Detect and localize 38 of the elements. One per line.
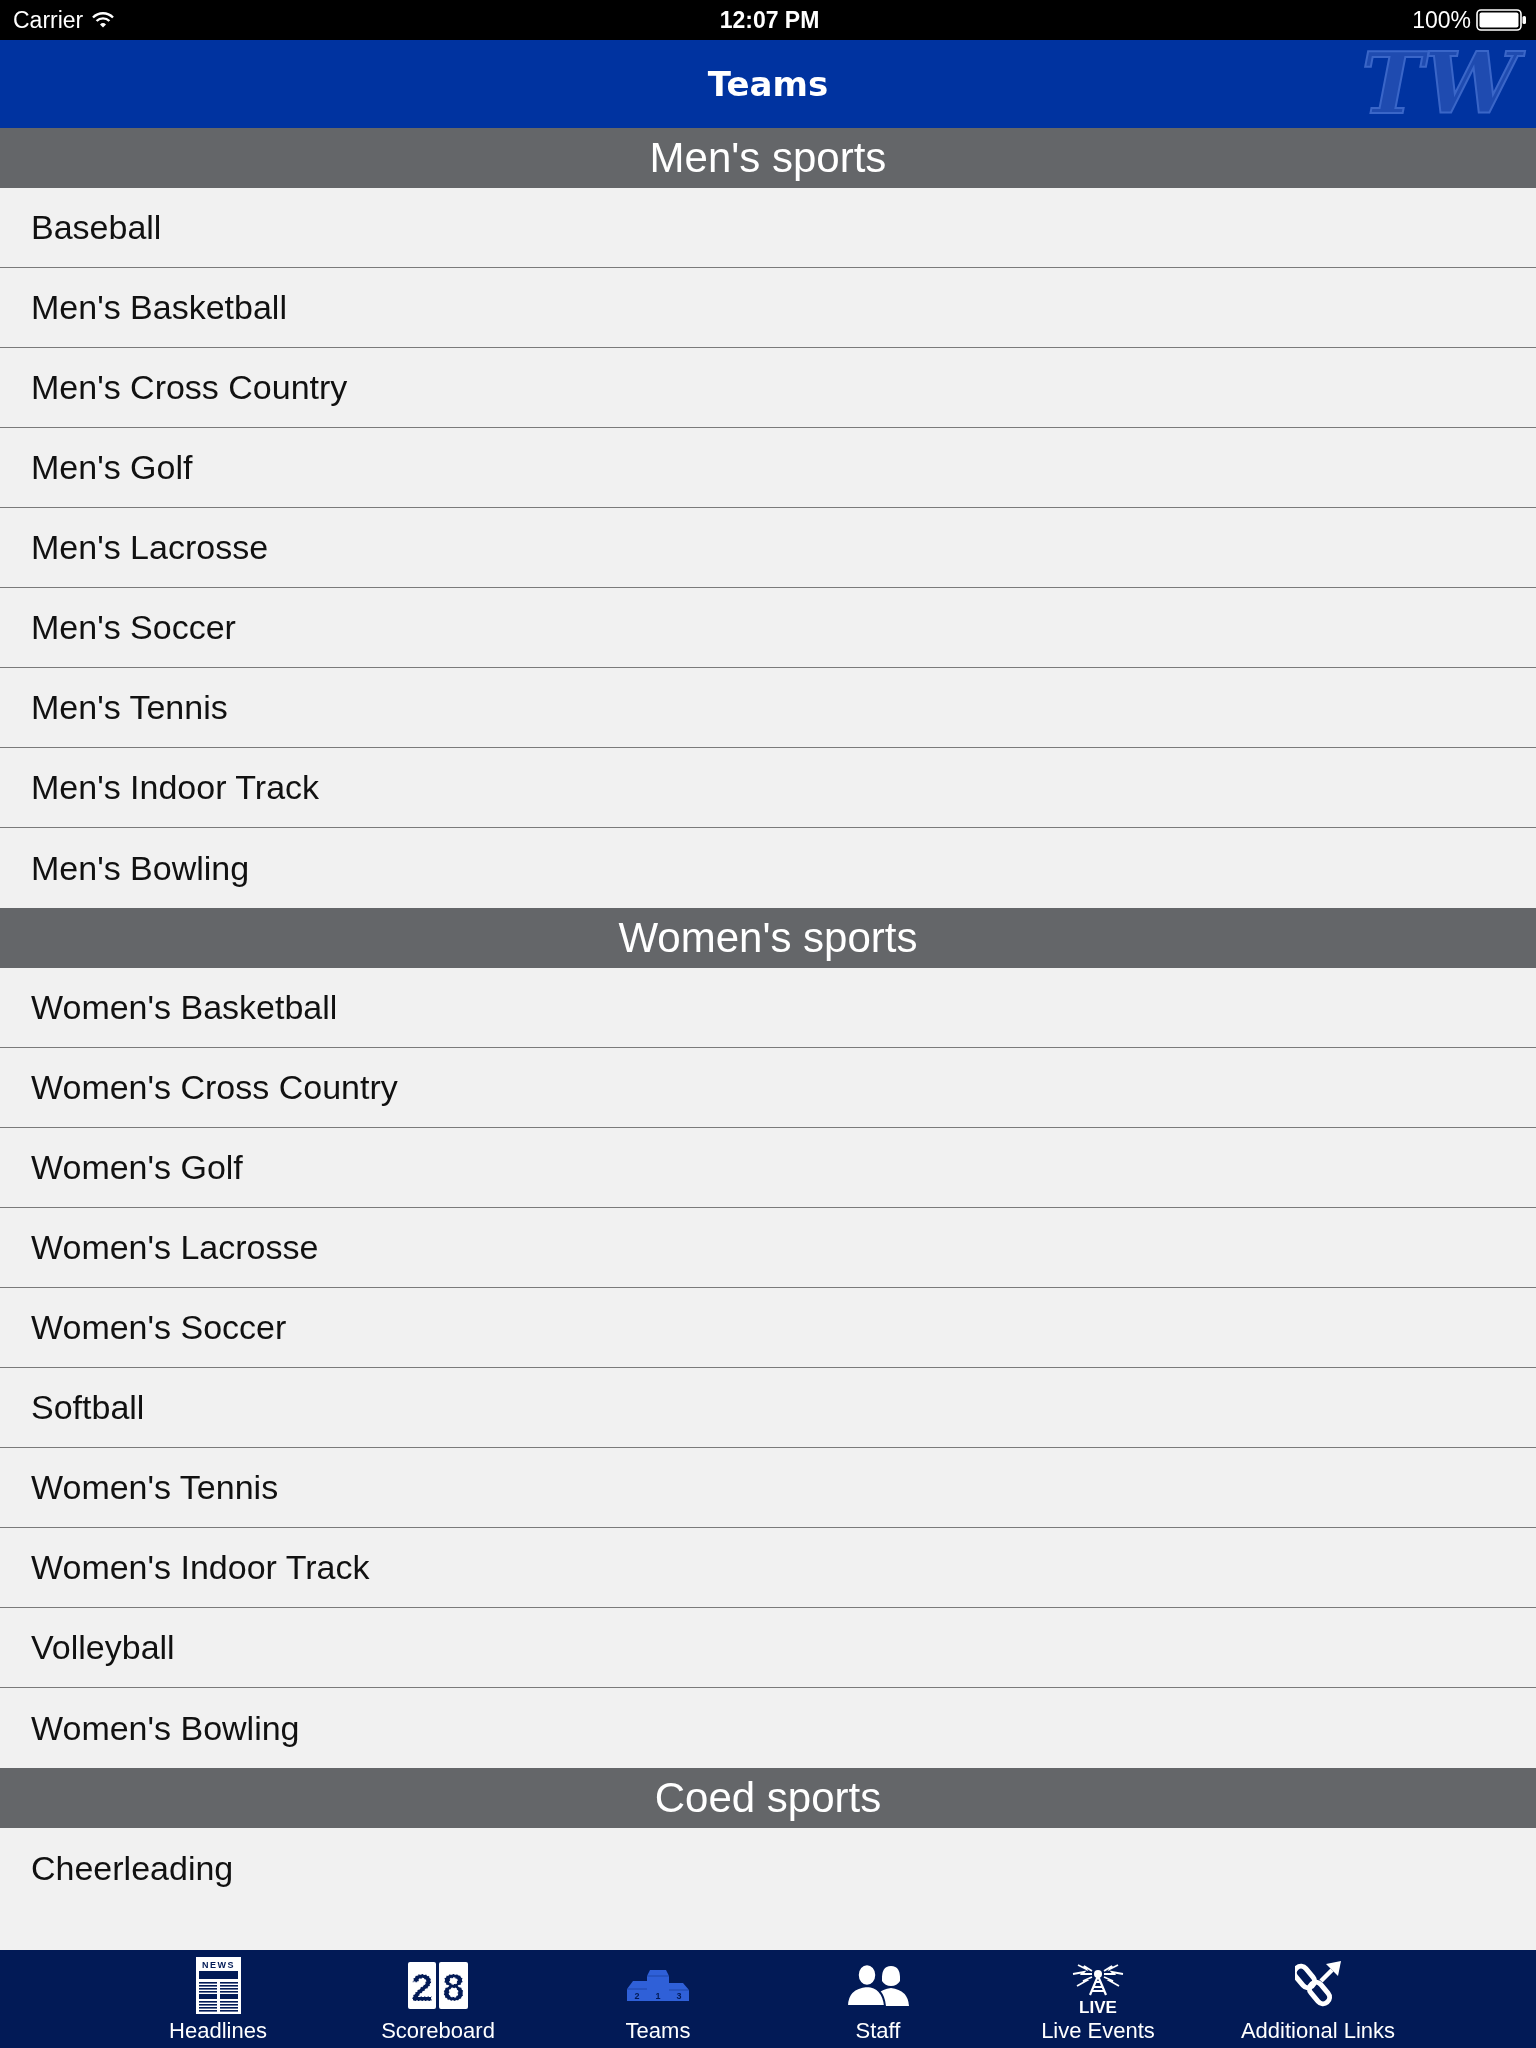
- team-row[interactable]: Women's Soccer: [0, 1288, 1536, 1368]
- tab-item[interactable]: LIVE Live Events: [988, 1950, 1208, 2048]
- team-row[interactable]: Men's Basketball: [0, 268, 1536, 348]
- tab-item[interactable]: 2 8 Scoreboard: [328, 1950, 548, 2048]
- team-row[interactable]: Men's Soccer: [0, 588, 1536, 668]
- section-header: Women's sports: [0, 908, 1536, 968]
- team-row[interactable]: Women's Golf: [0, 1128, 1536, 1208]
- newspaper-icon: NEWS: [195, 1956, 241, 2014]
- team-row[interactable]: Men's Tennis: [0, 668, 1536, 748]
- team-row[interactable]: Volleyball: [0, 1608, 1536, 1688]
- team-row[interactable]: Men's Bowling: [0, 828, 1536, 908]
- team-row[interactable]: Women's Indoor Track: [0, 1528, 1536, 1608]
- carrier-label: Carrier: [13, 6, 84, 34]
- section-header: Coed sports: [0, 1768, 1536, 1828]
- page-title: Teams: [707, 64, 829, 104]
- wifi-icon: [92, 12, 115, 28]
- team-row[interactable]: Baseball: [0, 188, 1536, 268]
- team-row[interactable]: Men's Cross Country: [0, 348, 1536, 428]
- section-header: Men's sports: [0, 128, 1536, 188]
- team-row[interactable]: Women's Basketball: [0, 968, 1536, 1048]
- team-row[interactable]: Women's Bowling: [0, 1688, 1536, 1768]
- tab-item[interactable]: NEWS Headlines: [108, 1950, 328, 2048]
- team-row[interactable]: Men's Indoor Track: [0, 748, 1536, 828]
- team-row[interactable]: Men's Golf: [0, 428, 1536, 508]
- team-row[interactable]: Men's Lacrosse: [0, 508, 1536, 588]
- team-row[interactable]: Cheerleading: [0, 1828, 1536, 1908]
- battery-icon: [1476, 9, 1526, 31]
- team-row[interactable]: Softball: [0, 1368, 1536, 1448]
- battery-percent: 100%: [1412, 6, 1471, 34]
- tab-item[interactable]: 2 1 3 Teams: [548, 1950, 768, 2048]
- team-row[interactable]: Women's Lacrosse: [0, 1208, 1536, 1288]
- team-row[interactable]: Women's Cross Country: [0, 1048, 1536, 1128]
- header-logo: TW: [1353, 40, 1536, 128]
- tab-item[interactable]: Staff: [768, 1950, 988, 2048]
- people-icon: [847, 1964, 909, 2006]
- status-time: 12:07 PM: [719, 6, 820, 34]
- tab-item[interactable]: Additional Links: [1208, 1950, 1428, 2048]
- team-row[interactable]: Women's Tennis: [0, 1448, 1536, 1528]
